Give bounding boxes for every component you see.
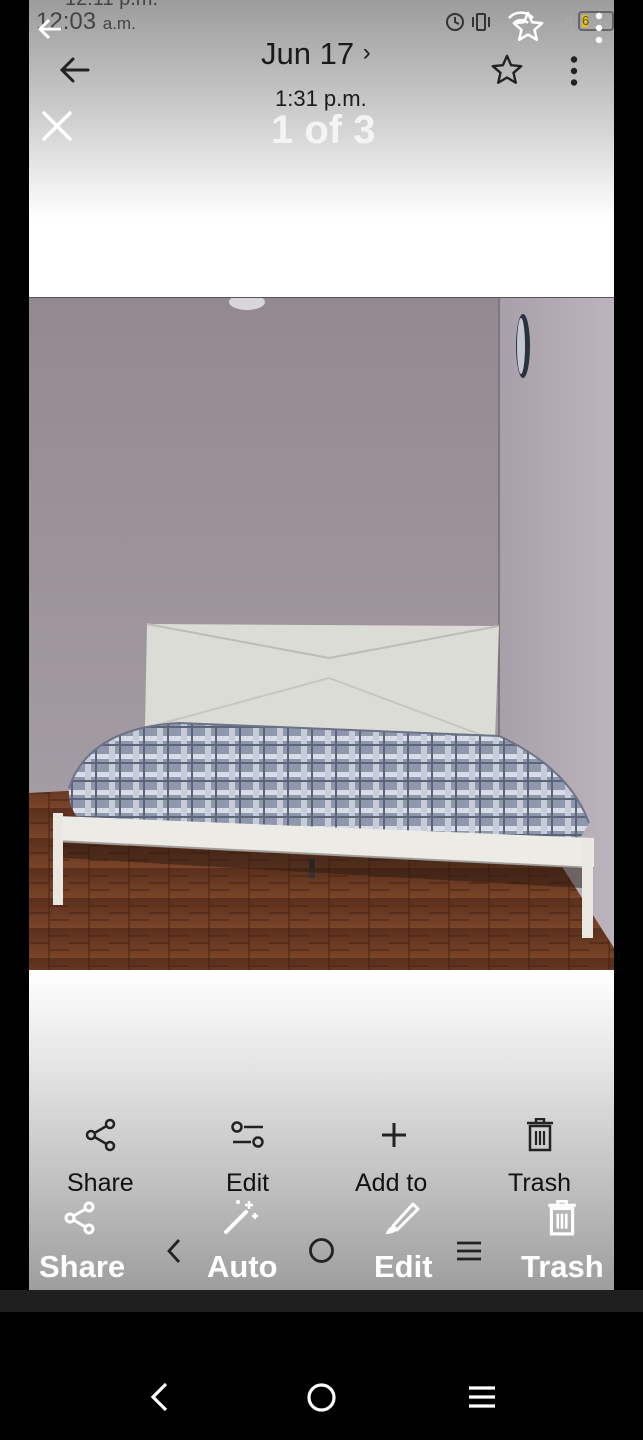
more-options-icon[interactable] xyxy=(570,56,578,86)
ghost-trash-icon[interactable] xyxy=(547,1200,577,1236)
magic-wand-icon[interactable] xyxy=(222,1198,260,1236)
plus-icon[interactable] xyxy=(381,1122,407,1148)
ghost-home-icon xyxy=(309,1238,334,1263)
nav-home-icon[interactable] xyxy=(306,1382,337,1413)
ghost-star-icon xyxy=(512,11,544,42)
ghost-more-icon xyxy=(595,12,603,44)
photo-viewer: 12:11 p.m. 12:03 a.m. 6 Jun 17 › 1:31 p.… xyxy=(29,0,614,1290)
nav-back-icon[interactable] xyxy=(148,1382,170,1412)
share-icon[interactable] xyxy=(84,1118,118,1152)
ghost-edit-label[interactable]: Edit xyxy=(374,1249,433,1285)
add-to-label[interactable]: Add to xyxy=(355,1169,427,1198)
nav-recents-icon[interactable] xyxy=(468,1385,496,1409)
ghost-menu-icon xyxy=(457,1241,481,1261)
sliders-icon[interactable] xyxy=(230,1120,266,1150)
ghost-trash-label[interactable]: Trash xyxy=(521,1249,604,1285)
ghost-back-icon xyxy=(37,18,61,40)
ghost-clock-ampm: a.m. xyxy=(102,14,136,33)
close-icon[interactable] xyxy=(41,110,73,142)
ghost-auto-label[interactable]: Auto xyxy=(207,1249,278,1285)
ghost-share-label[interactable]: Share xyxy=(39,1249,125,1285)
image-counter: 1 of 3 xyxy=(271,108,376,152)
ghost-battery-level: 6 xyxy=(582,13,590,28)
header-date-chevron: › xyxy=(362,39,371,66)
header-date[interactable]: Jun 17 › xyxy=(261,36,371,72)
back-arrow-icon[interactable] xyxy=(58,54,92,86)
ghost-back-nav-icon xyxy=(167,1239,181,1263)
separator-bar xyxy=(0,1290,643,1312)
share-label[interactable]: Share xyxy=(67,1169,134,1198)
edit-label[interactable]: Edit xyxy=(226,1169,269,1198)
system-navigation-bar xyxy=(0,1312,643,1440)
trash-label[interactable]: Trash xyxy=(508,1169,571,1198)
ghost-share-icon xyxy=(64,1201,95,1235)
star-icon[interactable] xyxy=(489,53,525,87)
bedroom-photo xyxy=(29,298,614,970)
trash-icon[interactable] xyxy=(526,1118,554,1152)
bed-illustration xyxy=(29,298,614,970)
brush-icon[interactable] xyxy=(383,1200,421,1236)
header-date-text: Jun 17 xyxy=(261,36,355,71)
